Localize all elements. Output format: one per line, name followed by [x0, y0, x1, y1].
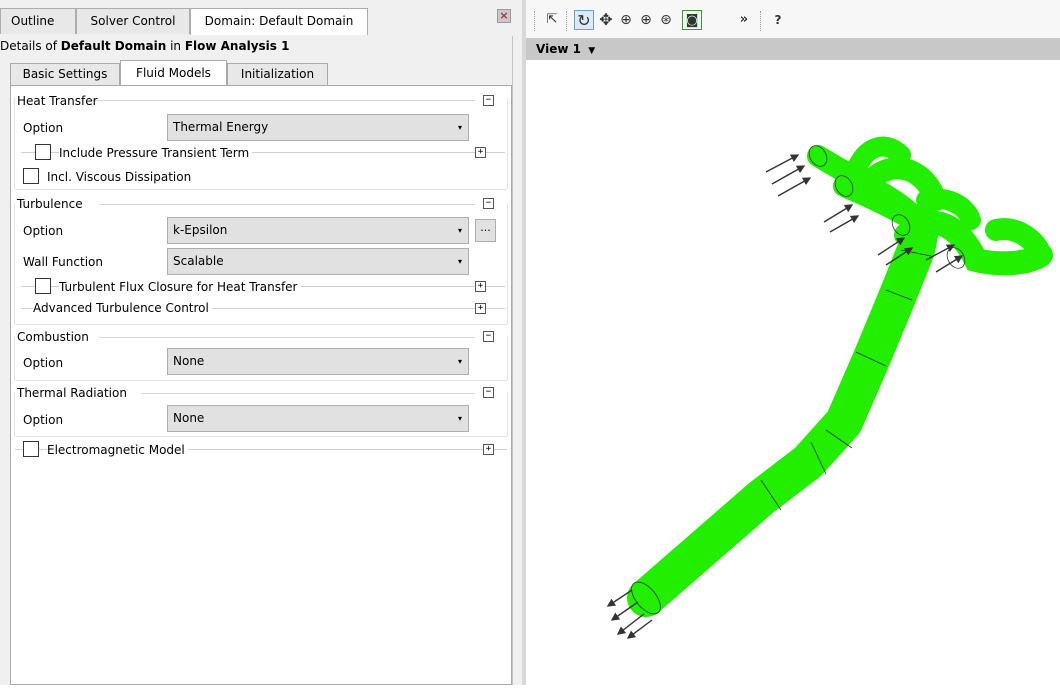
- turbulence-option-select[interactable]: k-Epsilon ▾: [167, 217, 469, 244]
- dropdown-arrow-icon: ▾: [457, 226, 462, 235]
- combustion-option-select[interactable]: None ▾: [167, 348, 469, 375]
- expand-icon[interactable]: +: [483, 444, 494, 455]
- combustion-option-value: None: [173, 354, 205, 368]
- radiation-option-label: Option: [23, 413, 64, 427]
- toolbar-separator: [534, 11, 535, 31]
- details-header: Details of Default Domain in Flow Analys…: [0, 36, 289, 56]
- details-domain-name: Default Domain: [60, 39, 167, 53]
- expand-icon[interactable]: +: [475, 303, 486, 314]
- combustion-title: Combustion: [17, 330, 89, 344]
- viewer-toolbar: ⇱ ↻ ✥ ⊕ ⊕ ⊛ ◙ » ?: [526, 0, 1060, 38]
- main-pipe: [627, 206, 940, 617]
- dropdown-arrow-icon: ▼: [585, 46, 596, 56]
- group-divider: [91, 100, 475, 101]
- dropdown-arrow-icon: ▾: [457, 357, 462, 366]
- thermal-radiation-title: Thermal Radiation: [17, 386, 127, 400]
- radiation-option-select[interactable]: None ▾: [167, 405, 469, 432]
- heat-option-label: Option: [23, 121, 64, 135]
- heat-transfer-title: Heat Transfer: [17, 94, 98, 108]
- zoom-box-icon[interactable]: ⊕: [636, 10, 656, 30]
- fit-view-icon[interactable]: ◙: [682, 10, 702, 30]
- toolbar-separator: [566, 11, 567, 31]
- radiation-option-value: None: [173, 411, 205, 425]
- tab-initialization[interactable]: Initialization: [227, 63, 328, 85]
- settings-tabbar: Basic Settings Fluid Models Initializati…: [10, 60, 510, 86]
- heat-option-value: Thermal Energy: [173, 120, 269, 134]
- collapse-icon[interactable]: −: [483, 198, 494, 209]
- flux-closure-label: Turbulent Flux Closure for Heat Transfer: [59, 278, 301, 296]
- collapse-icon[interactable]: −: [483, 387, 494, 398]
- wall-function-label: Wall Function: [23, 255, 103, 269]
- zoom-icon[interactable]: ⊕: [616, 10, 636, 30]
- expand-icon[interactable]: +: [475, 281, 486, 292]
- group-divider: [99, 204, 475, 205]
- exhaust-manifold-model: [606, 136, 1053, 639]
- toolbar-separator: [760, 11, 761, 31]
- viscous-dissipation-checkbox[interactable]: [23, 168, 39, 184]
- tab-solver-control[interactable]: Solver Control: [76, 8, 190, 34]
- 3d-viewport[interactable]: [526, 60, 1060, 685]
- collapse-icon[interactable]: −: [483, 95, 494, 106]
- view-selector[interactable]: View 1 ▼: [536, 38, 595, 62]
- close-icon[interactable]: ×: [497, 9, 511, 23]
- combustion-option-label: Option: [23, 356, 64, 370]
- tab-domain[interactable]: Domain: Default Domain: [190, 8, 368, 35]
- details-prefix: Details of: [0, 39, 61, 53]
- help-icon[interactable]: ?: [768, 10, 788, 30]
- pressure-transient-checkbox[interactable]: [35, 144, 51, 160]
- dropdown-arrow-icon: ▾: [457, 257, 462, 266]
- turbulence-option-value: k-Epsilon: [173, 223, 228, 237]
- rotate-icon[interactable]: ↻: [574, 10, 594, 30]
- tab-outline[interactable]: Outline: [0, 8, 76, 34]
- pressure-transient-label: Include Pressure Transient Term: [59, 144, 253, 162]
- electromagnetic-checkbox[interactable]: [23, 441, 39, 457]
- group-divider: [99, 337, 475, 338]
- zoom-fit-icon[interactable]: ⊛: [656, 10, 676, 30]
- view-bar: View 1 ▼: [526, 38, 1060, 60]
- expand-icon[interactable]: +: [475, 147, 486, 158]
- turbulence-more-button[interactable]: ...: [475, 219, 496, 242]
- pan-icon[interactable]: ✥: [596, 10, 616, 30]
- dropdown-arrow-icon: ▾: [457, 414, 462, 423]
- top-tabbar: Outline Solver Control Domain: Default D…: [0, 8, 522, 35]
- heat-option-select[interactable]: Thermal Energy ▾: [167, 114, 469, 141]
- turbulence-title: Turbulence: [17, 197, 83, 211]
- collapse-icon[interactable]: −: [483, 331, 494, 342]
- fluid-models-content: Heat Transfer − Option Thermal Energy ▾ …: [10, 85, 512, 685]
- viscous-dissipation-label: Incl. Viscous Dissipation: [47, 170, 192, 184]
- select-icon[interactable]: ⇱: [542, 10, 562, 30]
- wall-function-select[interactable]: Scalable ▾: [167, 248, 469, 275]
- advanced-turbulence-label[interactable]: Advanced Turbulence Control: [33, 299, 212, 317]
- panel-border: [512, 36, 513, 685]
- dropdown-arrow-icon: ▾: [457, 123, 462, 132]
- tab-fluid-models[interactable]: Fluid Models: [120, 60, 227, 86]
- electromagnetic-label: Electromagnetic Model: [47, 441, 188, 459]
- wall-function-value: Scalable: [173, 254, 224, 268]
- details-analysis-name: Flow Analysis 1: [184, 39, 290, 53]
- turbulence-option-label: Option: [23, 224, 64, 238]
- group-divider: [141, 393, 475, 394]
- details-middle: in: [166, 39, 185, 53]
- tab-basic-settings[interactable]: Basic Settings: [10, 63, 120, 85]
- view-name: View 1: [536, 42, 581, 56]
- more-icon[interactable]: »: [734, 10, 754, 30]
- details-panel: Outline Solver Control Domain: Default D…: [0, 0, 522, 685]
- flux-closure-checkbox[interactable]: [35, 278, 51, 294]
